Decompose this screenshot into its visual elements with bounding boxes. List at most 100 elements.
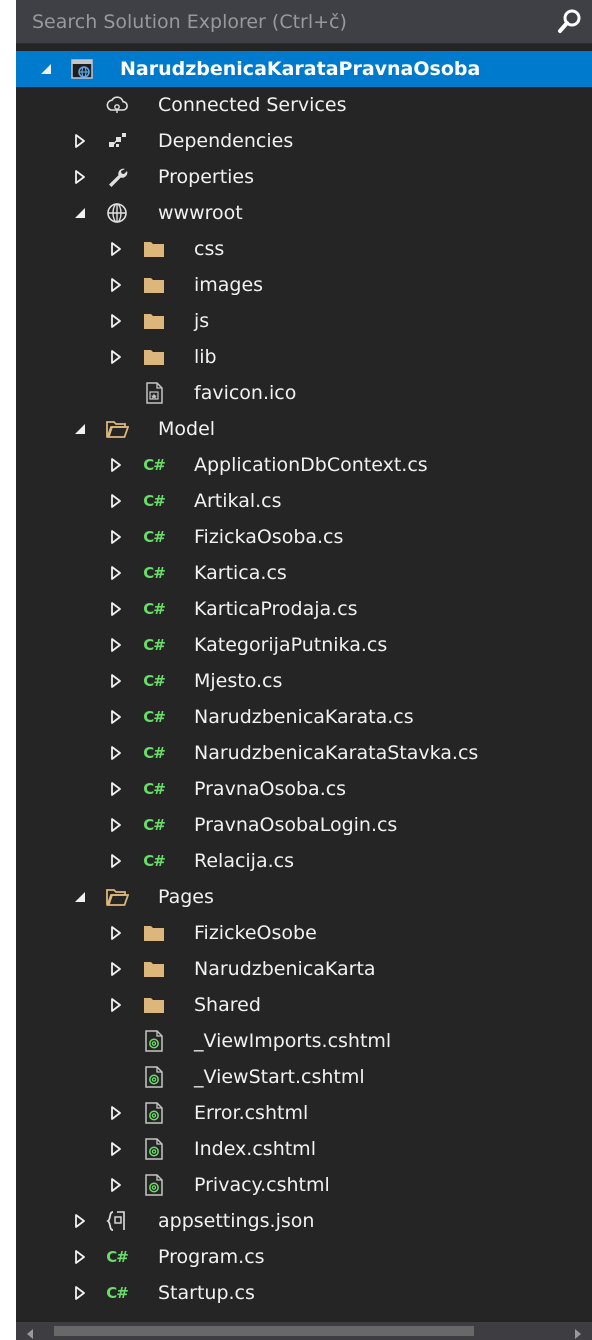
collapsed-arrow-icon[interactable] — [106, 455, 126, 475]
tree-item-label: Model — [158, 418, 216, 440]
collapsed-arrow-icon[interactable] — [106, 635, 126, 655]
collapsed-arrow-icon[interactable] — [106, 707, 126, 727]
csharp-glyph: C# — [106, 1284, 129, 1302]
search-input[interactable] — [16, 0, 556, 44]
tree-item[interactable]: Index.cshtml — [16, 1131, 592, 1167]
tree-item[interactable]: Properties — [16, 159, 592, 195]
csharp-file-icon: C# — [142, 633, 166, 657]
collapsed-arrow-icon[interactable] — [70, 1247, 90, 1267]
collapsed-arrow-icon[interactable] — [106, 1139, 126, 1159]
csharp-file-icon: C# — [142, 777, 166, 801]
tree-item-label: Dependencies — [158, 130, 294, 152]
tree-item-label: Artikal.cs — [194, 490, 282, 512]
tree-item-label: Relacija.cs — [194, 850, 294, 872]
tree-item[interactable]: Shared — [16, 987, 592, 1023]
collapsed-arrow-icon[interactable] — [70, 1211, 90, 1231]
tree-item[interactable]: C# KategorijaPutnika.cs — [16, 627, 592, 663]
tree-item[interactable]: C# KarticaProdaja.cs — [16, 591, 592, 627]
tree-item[interactable]: Connected Services — [16, 87, 592, 123]
tree-item[interactable]: lib — [16, 339, 592, 375]
collapsed-arrow-icon[interactable] — [106, 851, 126, 871]
razor-file-icon — [142, 1173, 166, 1197]
collapsed-arrow-icon[interactable] — [106, 1103, 126, 1123]
tree-item-label: wwwroot — [158, 202, 243, 224]
tree-item[interactable]: js — [16, 303, 592, 339]
tree-item[interactable]: C# Artikal.cs — [16, 483, 592, 519]
collapsed-arrow-icon[interactable] — [106, 779, 126, 799]
tree-item[interactable]: favicon.ico — [16, 375, 592, 411]
tree-item[interactable]: Privacy.cshtml — [16, 1167, 592, 1203]
horizontal-scrollbar[interactable] — [16, 1322, 592, 1340]
tree-item[interactable]: C# FizickaOsoba.cs — [16, 519, 592, 555]
tree-item-label: KarticaProdaja.cs — [194, 598, 358, 620]
tree-item[interactable]: NarudzbenicaKarta — [16, 951, 592, 987]
folder-open-icon — [105, 417, 129, 441]
expanded-arrow-icon[interactable] — [70, 887, 90, 907]
razor-file-icon — [142, 1137, 166, 1161]
collapsed-arrow-icon[interactable] — [106, 275, 126, 295]
tree-item[interactable]: C# PravnaOsobaLogin.cs — [16, 807, 592, 843]
tree-item[interactable]: appsettings.json — [16, 1203, 592, 1239]
collapsed-arrow-icon[interactable] — [106, 527, 126, 547]
search-icon[interactable] — [556, 7, 584, 35]
tree-item-label: Index.cshtml — [194, 1138, 316, 1160]
csharp-file-icon: C# — [142, 669, 166, 693]
tree-item[interactable]: NarudzbenicaKarataPravnaOsoba — [16, 51, 592, 87]
tree-item[interactable]: _ViewImports.cshtml — [16, 1023, 592, 1059]
collapsed-arrow-icon[interactable] — [106, 815, 126, 835]
collapsed-arrow-icon[interactable] — [106, 959, 126, 979]
tree-item[interactable]: Error.cshtml — [16, 1095, 592, 1131]
razor-file-icon — [142, 1101, 166, 1125]
collapsed-arrow-icon[interactable] — [106, 1175, 126, 1195]
tree-item[interactable]: Pages — [16, 879, 592, 915]
tree-item[interactable]: C# Program.cs — [16, 1239, 592, 1275]
collapsed-arrow-icon[interactable] — [106, 995, 126, 1015]
tree-item-label: css — [194, 238, 225, 260]
collapsed-arrow-icon[interactable] — [106, 599, 126, 619]
folder-icon — [142, 237, 166, 261]
tree-item[interactable]: C# PravnaOsoba.cs — [16, 771, 592, 807]
tree-item[interactable]: wwwroot — [16, 195, 592, 231]
csharp-glyph: C# — [143, 528, 166, 546]
tree-item-label: Program.cs — [158, 1246, 265, 1268]
collapsed-arrow-icon[interactable] — [106, 239, 126, 259]
scrollbar-thumb[interactable] — [54, 1326, 474, 1336]
tree-item-label: PravnaOsoba.cs — [194, 778, 347, 800]
tree-item[interactable]: C# ApplicationDbContext.cs — [16, 447, 592, 483]
tree-item[interactable]: Model — [16, 411, 592, 447]
tree-item[interactable]: _ViewStart.cshtml — [16, 1059, 592, 1095]
tree-item[interactable]: C# Kartica.cs — [16, 555, 592, 591]
collapsed-arrow-icon[interactable] — [106, 923, 126, 943]
razor-file-icon — [142, 1029, 166, 1053]
collapsed-arrow-icon[interactable] — [106, 311, 126, 331]
expanded-arrow-icon[interactable] — [70, 419, 90, 439]
collapsed-arrow-icon[interactable] — [70, 1283, 90, 1303]
collapsed-arrow-icon[interactable] — [106, 347, 126, 367]
tree-item[interactable]: css — [16, 231, 592, 267]
tree-item-label: PravnaOsobaLogin.cs — [194, 814, 398, 836]
scroll-right-arrow-icon[interactable] — [572, 1325, 584, 1339]
expanded-arrow-icon[interactable] — [36, 59, 56, 79]
ico-file-icon — [142, 381, 166, 405]
tree-item[interactable]: FizickeOsobe — [16, 915, 592, 951]
tree-item[interactable]: Dependencies — [16, 123, 592, 159]
csharp-glyph: C# — [143, 672, 166, 690]
tree-item[interactable]: C# NarudzbenicaKarata.cs — [16, 699, 592, 735]
collapsed-arrow-icon[interactable] — [106, 491, 126, 511]
collapsed-arrow-icon[interactable] — [106, 563, 126, 583]
solution-tree: NarudzbenicaKarataPravnaOsoba Connected S… — [16, 51, 592, 1311]
tree-item[interactable]: C# NarudzbenicaKarataStavka.cs — [16, 735, 592, 771]
collapsed-arrow-icon[interactable] — [106, 743, 126, 763]
scroll-left-arrow-icon[interactable] — [24, 1325, 36, 1339]
expanded-arrow-icon[interactable] — [70, 203, 90, 223]
tree-item[interactable]: C# Startup.cs — [16, 1275, 592, 1311]
tree-item[interactable]: C# Mjesto.cs — [16, 663, 592, 699]
tree-item-label: js — [194, 310, 210, 332]
tree-item[interactable]: C# Relacija.cs — [16, 843, 592, 879]
collapsed-arrow-icon[interactable] — [70, 131, 90, 151]
tree-item-label: Shared — [194, 994, 261, 1016]
tree-item-label: NarudzbenicaKarata.cs — [194, 706, 414, 728]
collapsed-arrow-icon[interactable] — [106, 671, 126, 691]
collapsed-arrow-icon[interactable] — [70, 167, 90, 187]
tree-item[interactable]: images — [16, 267, 592, 303]
